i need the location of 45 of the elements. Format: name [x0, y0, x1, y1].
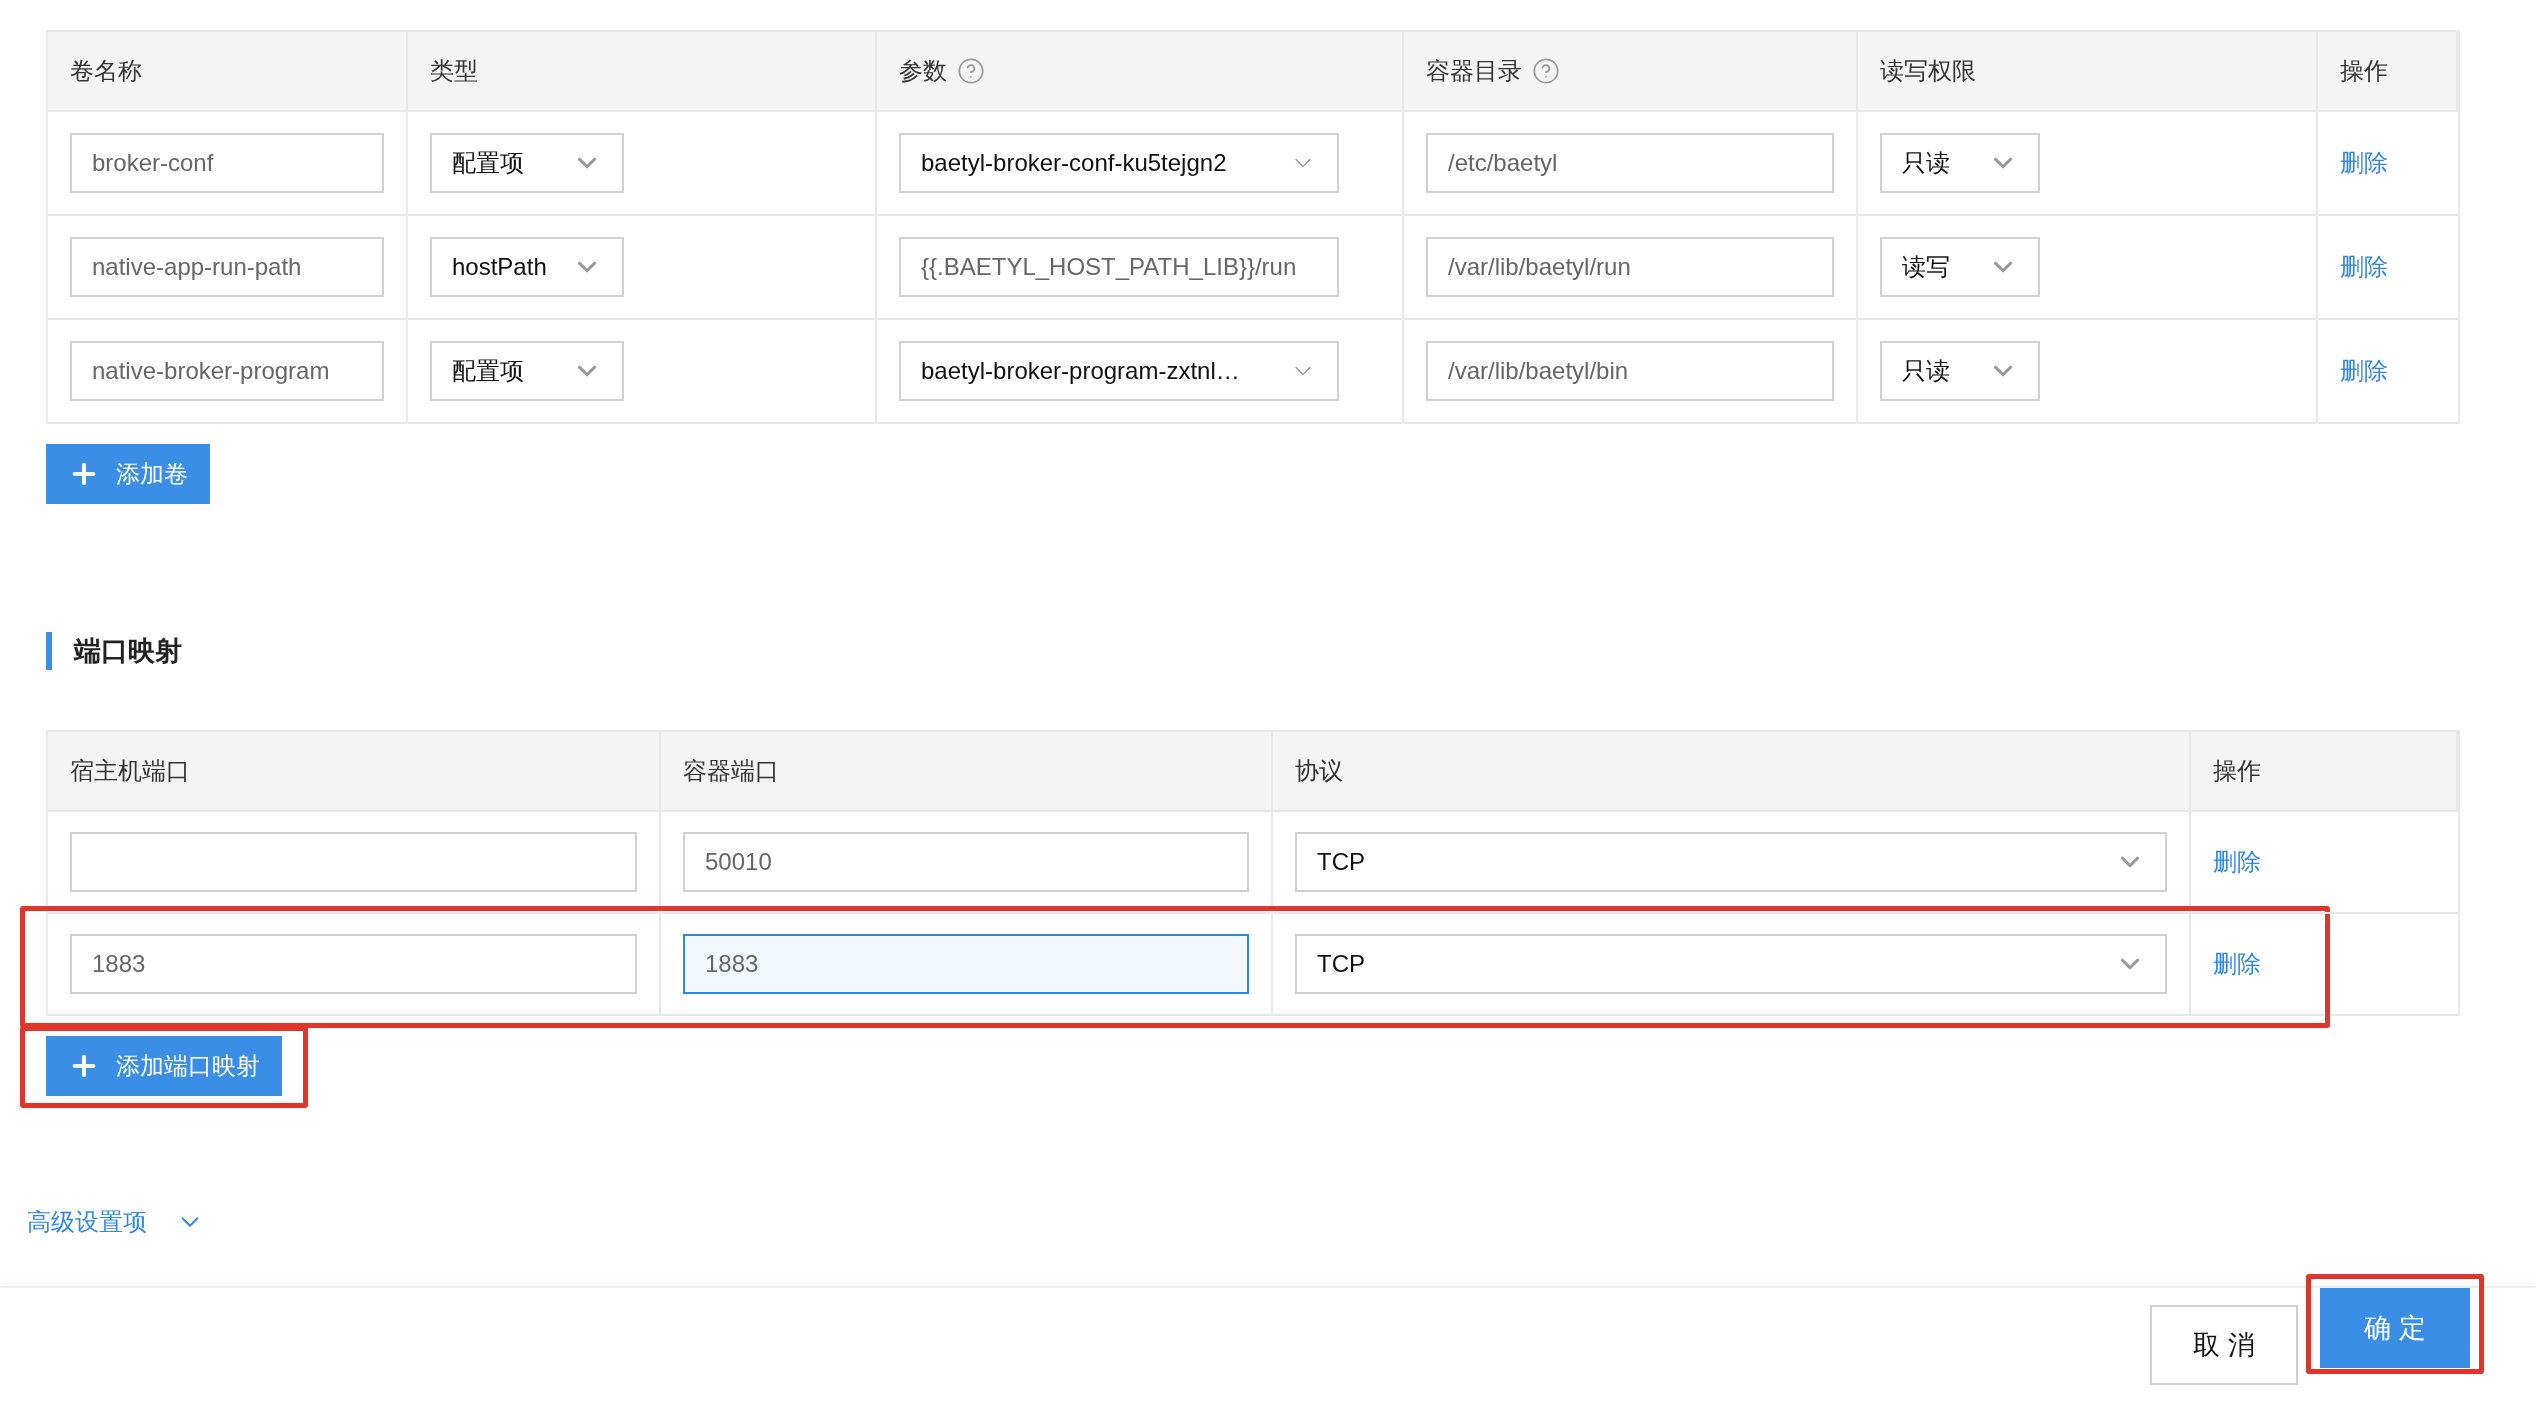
host-port-field[interactable]: 1883	[70, 934, 637, 994]
access-select[interactable]: 只读	[1880, 133, 2040, 193]
column-label: 协议	[1295, 756, 1343, 786]
column-label: 操作	[2213, 756, 2261, 786]
column-label: 容器目录	[1426, 56, 1522, 86]
type-select[interactable]: 配置项	[430, 341, 624, 401]
container-path-field[interactable]: /var/lib/baetyl/bin	[1426, 341, 1834, 401]
delete-link[interactable]: 删除	[2213, 948, 2261, 980]
param-select[interactable]: baetyl-broker-program-zxtnl…	[899, 341, 1339, 401]
container-port-field[interactable]: 50010	[683, 832, 1249, 892]
section-title: 端口映射	[74, 635, 182, 668]
delete-link[interactable]: 删除	[2340, 355, 2388, 387]
help-icon[interactable]	[1532, 57, 1560, 85]
container-path-field[interactable]: /var/lib/baetyl/run	[1426, 237, 1834, 297]
help-icon[interactable]	[957, 57, 985, 85]
section-marker	[46, 632, 52, 670]
column-label: 读写权限	[1880, 56, 1976, 86]
access-select[interactable]: 只读	[1880, 341, 2040, 401]
column-label: 操作	[2340, 56, 2388, 86]
param-select[interactable]: baetyl-broker-conf-ku5tejgn2	[899, 133, 1339, 193]
type-select[interactable]: 配置项	[430, 133, 624, 193]
delete-link[interactable]: 删除	[2340, 147, 2388, 179]
volume-name-field[interactable]: broker-conf	[70, 133, 384, 193]
protocol-select[interactable]: TCP	[1295, 832, 2167, 892]
advanced-settings-toggle[interactable]: 高级设置项	[27, 1206, 205, 1238]
column-label: 卷名称	[70, 56, 142, 86]
param-field[interactable]: {{.BAETYL_HOST_PATH_LIB}}/run	[899, 237, 1339, 297]
delete-link[interactable]: 删除	[2213, 846, 2261, 878]
container-port-field[interactable]: 1883	[683, 934, 1249, 994]
column-label: 参数	[899, 56, 947, 86]
type-select[interactable]: hostPath	[430, 237, 624, 297]
add-port-mapping-button[interactable]: 添加端口映射	[46, 1036, 282, 1096]
cancel-button[interactable]: 取 消	[2150, 1305, 2298, 1385]
delete-link[interactable]: 删除	[2340, 251, 2388, 283]
column-label: 类型	[430, 56, 478, 86]
confirm-button[interactable]: 确 定	[2320, 1288, 2470, 1368]
container-path-field[interactable]: /etc/baetyl	[1426, 133, 1834, 193]
host-port-field[interactable]	[70, 832, 637, 892]
access-select[interactable]: 读写	[1880, 237, 2040, 297]
column-label: 宿主机端口	[70, 756, 190, 786]
add-volume-button[interactable]: 添加卷	[46, 444, 210, 504]
volume-name-field[interactable]: native-app-run-path	[70, 237, 384, 297]
volume-name-field[interactable]: native-broker-program	[70, 341, 384, 401]
protocol-select[interactable]: TCP	[1295, 934, 2167, 994]
column-label: 容器端口	[683, 756, 779, 786]
